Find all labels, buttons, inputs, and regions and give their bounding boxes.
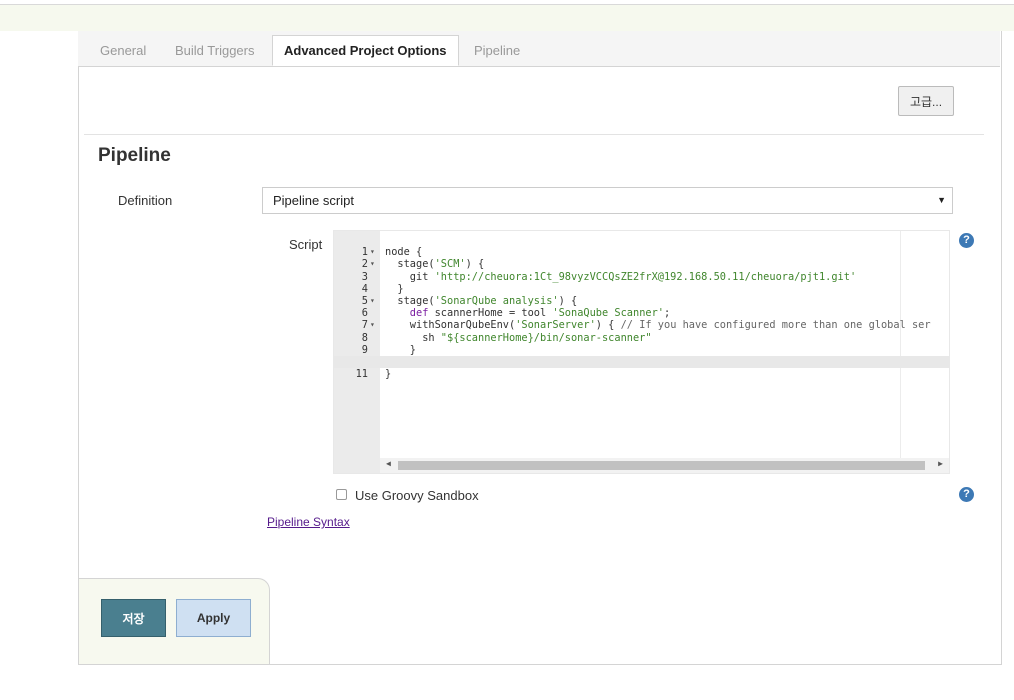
pipeline-syntax-link[interactable]: Pipeline Syntax <box>267 515 350 529</box>
help-icon[interactable]: ? <box>959 487 974 502</box>
code-line: 8 sh "${scannerHome}/bin/sonar-scanner" <box>334 319 949 344</box>
section-title: Pipeline <box>98 145 171 166</box>
groovy-sandbox-checkbox[interactable] <box>336 489 347 500</box>
code-text: } <box>385 368 392 381</box>
help-icon[interactable]: ? <box>959 233 974 248</box>
code-line: 7 ▾ withSonarQubeEnv('SonarServer') { // … <box>334 307 949 331</box>
advanced-button[interactable]: 고급... <box>898 86 954 116</box>
definition-select[interactable]: Pipeline script ▼ <box>262 187 953 214</box>
apply-button[interactable]: Apply <box>176 599 251 637</box>
definition-label: Definition <box>118 193 173 208</box>
code-line: 10 } <box>334 344 949 368</box>
code-line: 1 ▾ node { <box>334 234 949 258</box>
definition-value: Pipeline script <box>273 193 354 208</box>
section-divider <box>84 134 984 135</box>
code-line: 4 } <box>334 271 949 295</box>
code-line-active: 11} <box>334 355 949 380</box>
tab-general[interactable]: General <box>100 43 146 58</box>
horizontal-scrollbar[interactable]: ◀ ▶ <box>380 458 949 473</box>
tab-advanced-project-options[interactable]: Advanced Project Options <box>272 35 459 66</box>
code-line: 5 ▾ stage('SonarQube analysis') { <box>334 283 949 307</box>
tab-build-triggers[interactable]: Build Triggers <box>175 43 254 58</box>
code-line: 6 def scannerHome = tool 'SonaQube Scann… <box>334 295 949 319</box>
code-line: 2 ▾ stage('SCM') { <box>334 246 949 270</box>
tab-pipeline[interactable]: Pipeline <box>474 43 520 58</box>
scrollbar-thumb[interactable] <box>398 461 925 470</box>
top-strip <box>0 5 1014 31</box>
dropdown-arrow-icon: ▼ <box>937 195 946 205</box>
code-line: 3 git 'http://cheuora:1Ct_98vyzVCCQsZE2f… <box>334 258 949 283</box>
scroll-right-icon[interactable]: ▶ <box>938 459 943 468</box>
save-button[interactable]: 저장 <box>101 599 166 637</box>
scroll-left-icon[interactable]: ◀ <box>386 459 391 468</box>
script-label: Script <box>289 237 323 252</box>
groovy-sandbox-label: Use Groovy Sandbox <box>355 488 479 503</box>
tab-bar: General Build Triggers Advanced Project … <box>78 31 1000 67</box>
script-editor[interactable]: 1 ▾ node { 2 ▾ stage('SCM') { 3 git 'http:/… <box>333 230 950 474</box>
code-line: 9 } <box>334 332 949 356</box>
line-number: 11 <box>355 368 368 381</box>
